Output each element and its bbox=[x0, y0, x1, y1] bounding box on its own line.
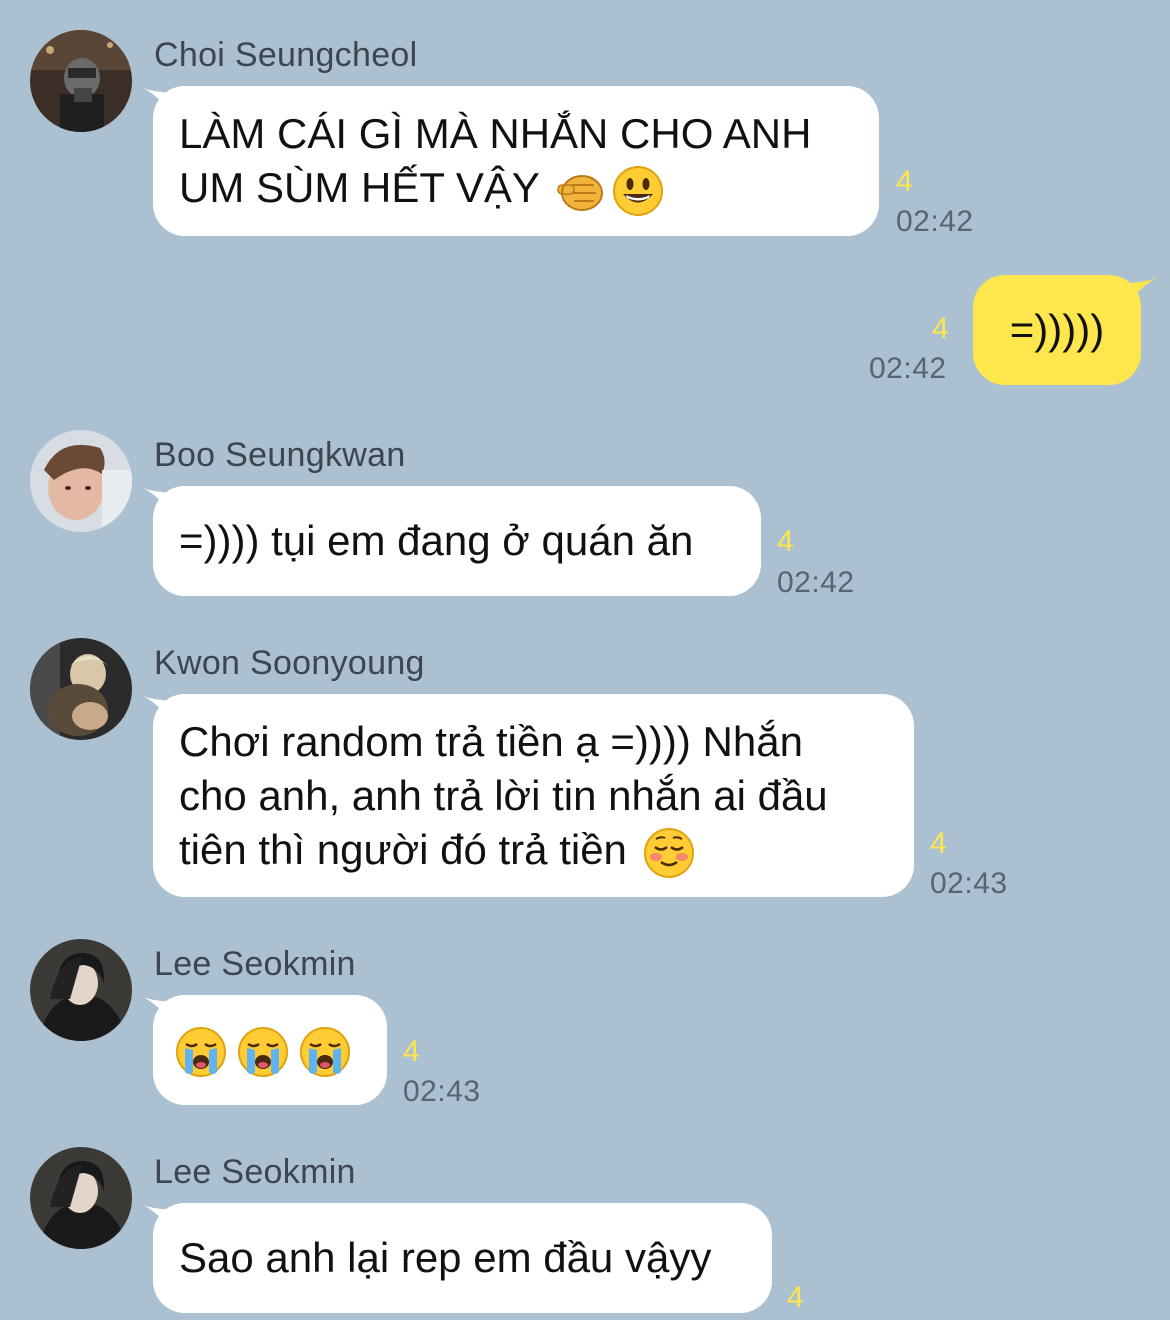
message-bubble[interactable]: Sao anh lại rep em đầu vậyy bbox=[153, 1203, 772, 1313]
message-text-line: =)))) tụi em đang ở quán ăn bbox=[179, 517, 694, 564]
unread-count: 4 bbox=[403, 1035, 420, 1068]
message-bubble[interactable]: =)))) tụi em đang ở quán ăn bbox=[153, 486, 761, 596]
timestamp: 02:43 bbox=[403, 1075, 481, 1108]
grinning-face-emoji bbox=[612, 165, 664, 217]
sender-name: Boo Seungkwan bbox=[154, 436, 406, 474]
message-bubble[interactable]: Chơi random trả tiền ạ =)))) Nhắn cho an… bbox=[153, 694, 914, 897]
avatar-choi-seungcheol[interactable] bbox=[30, 30, 132, 132]
sender-name: Kwon Soonyoung bbox=[154, 644, 425, 682]
loudly-crying-face-emoji bbox=[299, 1026, 351, 1078]
my-message-bubble[interactable]: =))))) bbox=[973, 275, 1141, 385]
message-text-line: tiên thì người đó trả tiền bbox=[179, 823, 888, 879]
message-bubble[interactable]: LÀM CÁI GÌ MÀ NHẮN CHO ANH UM SÙM HẾT VẬ… bbox=[153, 86, 879, 236]
message-text-line: UM SÙM HẾT VẬY bbox=[179, 161, 853, 217]
sender-name: Lee Seokmin bbox=[154, 1153, 356, 1191]
timestamp: 02:42 bbox=[896, 205, 974, 238]
pointing-fist-emoji bbox=[554, 165, 606, 217]
sender-name: Lee Seokmin bbox=[154, 945, 356, 983]
message-text-line: cho anh, anh trả lời tin nhắn ai đầu bbox=[179, 772, 828, 819]
message-text-line: =))))) bbox=[1009, 306, 1105, 353]
timestamp: 02:42 bbox=[869, 352, 947, 385]
loudly-crying-face-emoji bbox=[237, 1026, 289, 1078]
avatar-boo-seungkwan[interactable] bbox=[30, 430, 132, 532]
unread-count: 4 bbox=[787, 1281, 804, 1314]
sender-name: Choi Seungcheol bbox=[154, 36, 418, 74]
avatar-kwon-soonyoung[interactable] bbox=[30, 638, 132, 740]
unread-count: 4 bbox=[896, 165, 913, 198]
timestamp: 02:42 bbox=[777, 566, 855, 599]
message-text-line bbox=[175, 1022, 361, 1078]
message-text-line: Sao anh lại rep em đầu vậyy bbox=[179, 1234, 712, 1281]
avatar-lee-seokmin[interactable] bbox=[30, 939, 132, 1041]
message-text-line: Chơi random trả tiền ạ =)))) Nhắn bbox=[179, 718, 803, 765]
loudly-crying-face-emoji bbox=[175, 1026, 227, 1078]
chat-view[interactable]: Choi Seungcheol LÀM CÁI GÌ MÀ NHẮN CHO A… bbox=[0, 0, 1170, 1320]
message-text-line: LÀM CÁI GÌ MÀ NHẮN CHO ANH bbox=[179, 110, 812, 157]
unread-count: 4 bbox=[930, 827, 947, 860]
avatar-lee-seokmin[interactable] bbox=[30, 1147, 132, 1249]
unread-count: 4 bbox=[932, 312, 949, 345]
message-bubble[interactable] bbox=[153, 995, 387, 1105]
timestamp: 02:43 bbox=[930, 867, 1008, 900]
smiling-blush-face-emoji bbox=[643, 827, 695, 879]
unread-count: 4 bbox=[777, 525, 794, 558]
